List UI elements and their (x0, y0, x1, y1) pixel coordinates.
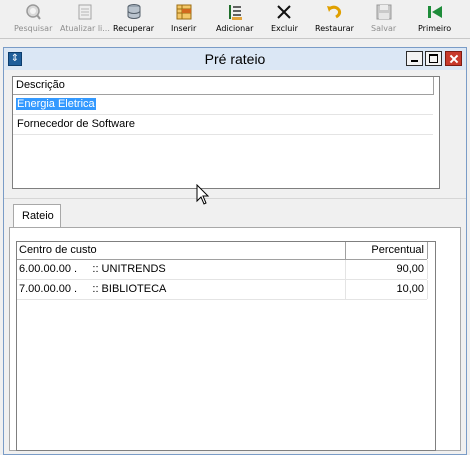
excluir-button[interactable]: Excluir (271, 3, 298, 36)
percentual-cell[interactable]: 10,00 (345, 280, 428, 299)
centro-de-custo-cell: 6.00.00.00 . :: UNITRENDS (19, 263, 166, 275)
inserir-label: Inserir (171, 24, 197, 33)
window-titlebar[interactable]: ⇕ Pré rateio (4, 48, 466, 70)
table-row[interactable]: Fornecedor de Software (13, 115, 433, 135)
pesquisar-label: Pesquisar (14, 24, 53, 33)
insert-icon (176, 4, 192, 20)
row-descricao: Energia Eletrica (16, 98, 96, 110)
row-descricao: Fornecedor de Software (17, 118, 136, 130)
excluir-label: Excluir (271, 24, 298, 33)
pre-rateio-window: ⇕ Pré rateio Descrição Energia Eletrica … (3, 47, 467, 455)
percentual-value: 90,00 (396, 263, 424, 275)
undo-icon (327, 5, 342, 19)
percentual-value: 10,00 (396, 283, 424, 295)
descricao-column-header[interactable]: Descrição (13, 77, 434, 95)
inserir-button[interactable]: Inserir (171, 3, 196, 36)
refresh-list-icon (78, 4, 92, 20)
pesquisar-button[interactable]: Pesquisar (14, 3, 52, 36)
salvar-button[interactable]: Salvar (371, 3, 396, 36)
mouse-pointer-icon (196, 184, 210, 205)
percentual-header[interactable]: Percentual (345, 242, 428, 259)
splitter[interactable] (4, 198, 466, 199)
close-button[interactable] (445, 51, 462, 66)
centro-de-custo-header[interactable]: Centro de custo (19, 244, 97, 256)
recuperar-label: Recuperar (113, 24, 155, 33)
atualizar-lista-button[interactable]: Atualizar li... (60, 3, 110, 36)
database-icon (127, 4, 141, 19)
atualizar-lista-label: Atualizar li... (60, 24, 110, 33)
descricao-grid[interactable]: Descrição Energia Eletrica Fornecedor de… (12, 76, 440, 189)
magnifier-icon (26, 4, 41, 20)
centro-de-custo-cell: 7.00.00.00 . :: BIBLIOTECA (19, 283, 167, 295)
floppy-disk-icon (376, 4, 392, 20)
rateio-tab-panel: Centro de custo Percentual 6.00.00.00 . … (9, 227, 461, 451)
adicionar-button[interactable]: Adicionar (216, 3, 253, 36)
window-title: Pré rateio (204, 51, 266, 67)
salvar-label: Salvar (371, 24, 397, 33)
x-delete-icon (277, 5, 292, 19)
toolbar: Pesquisar Atualizar li... Recuperar Inse… (0, 0, 470, 39)
tab-rateio-label: Rateio (22, 210, 54, 222)
table-row[interactable]: 7.00.00.00 . :: BIBLIOTECA 10,00 (17, 280, 428, 300)
primeiro-label: Primeiro (418, 24, 452, 33)
minimize-button[interactable] (406, 51, 423, 66)
rateio-grid[interactable]: Centro de custo Percentual 6.00.00.00 . … (16, 241, 436, 451)
first-record-icon (427, 6, 442, 18)
rateio-grid-header: Centro de custo Percentual (17, 242, 428, 260)
restaurar-button[interactable]: Restaurar (315, 3, 354, 36)
table-row[interactable]: 6.00.00.00 . :: UNITRENDS 90,00 (17, 260, 428, 280)
primeiro-button[interactable]: Primeiro (418, 3, 451, 36)
percentual-cell[interactable]: 90,00 (345, 260, 428, 279)
table-row[interactable]: Energia Eletrica (13, 95, 433, 115)
tab-rateio[interactable]: Rateio (13, 204, 61, 228)
restaurar-label: Restaurar (315, 24, 354, 33)
percentual-header-label: Percentual (371, 244, 424, 256)
maximize-button[interactable] (425, 51, 442, 66)
recuperar-button[interactable]: Recuperar (113, 3, 154, 36)
descricao-header-label: Descrição (16, 79, 65, 91)
adicionar-label: Adicionar (216, 24, 254, 33)
add-icon (228, 5, 242, 20)
